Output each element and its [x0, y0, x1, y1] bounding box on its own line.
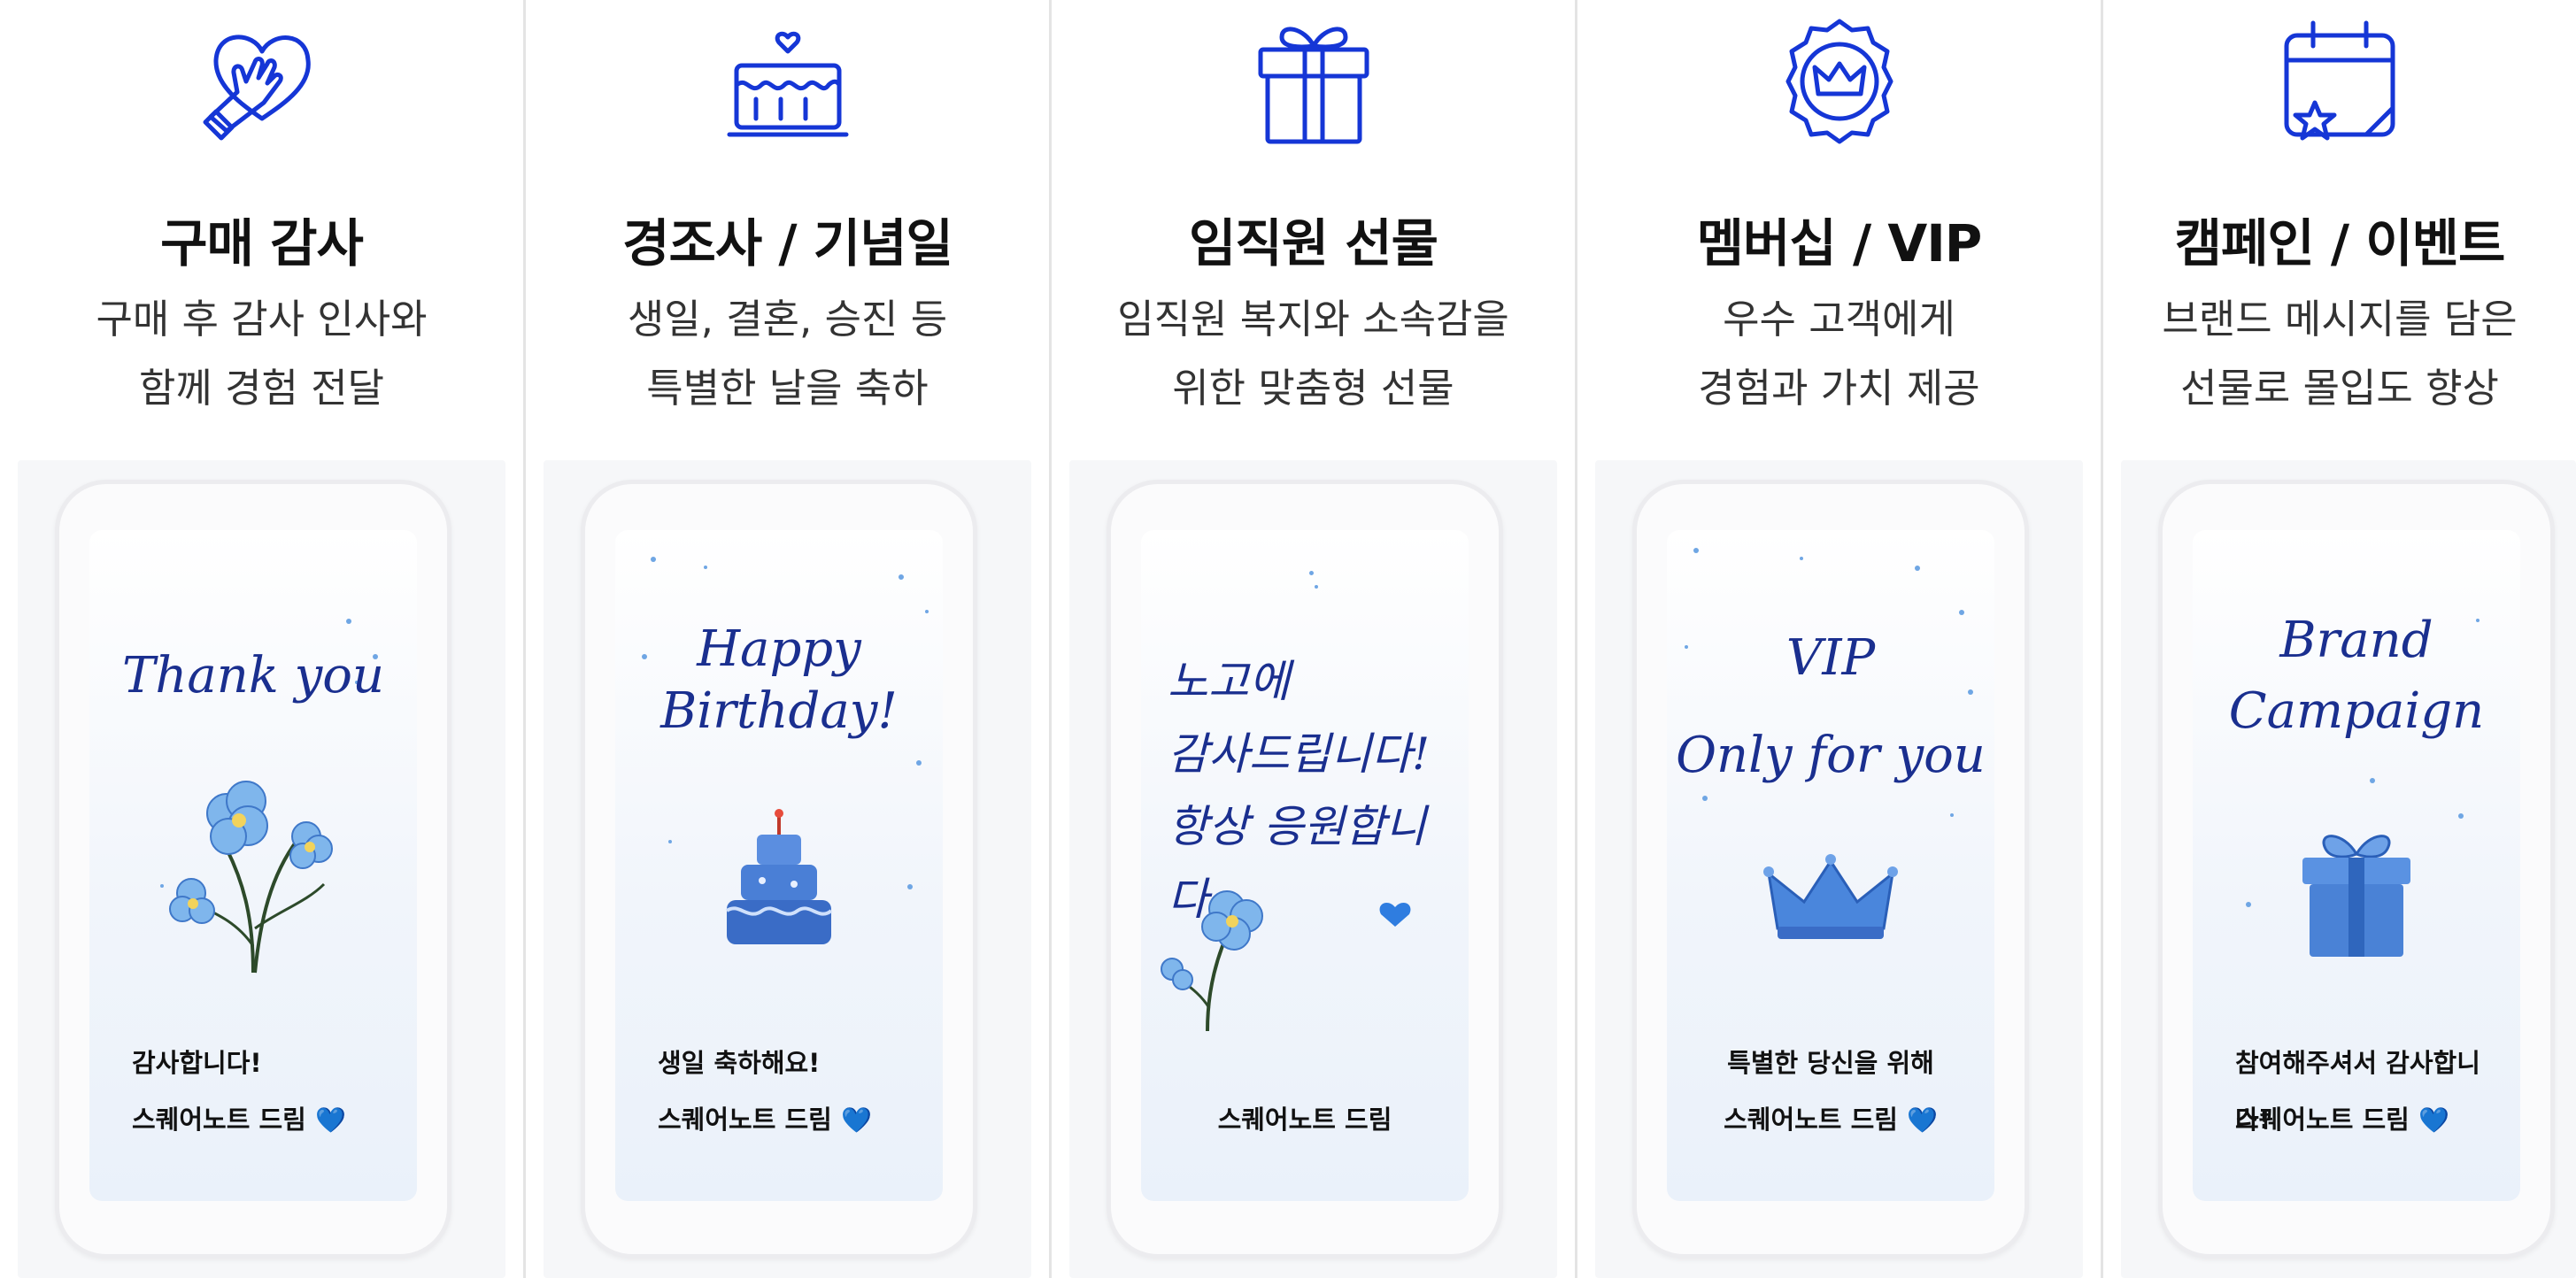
use-case-anniversary: 경조사 / 기념일 생일, 결혼, 승진 등 특별한 날을 축하 Happy B… [526, 0, 1052, 1278]
use-case-title: 구매 감사 [160, 213, 364, 273]
card-sender: 스퀘어노트 드림 💙 [658, 1105, 872, 1135]
message-card: Brand Campaign 참여해주셔서 감사합니다! 스퀘어노트 드림 💙 [2193, 530, 2520, 1201]
card-sender: 스퀘어노트 드림 💙 [2235, 1105, 2449, 1135]
phone-mockup: Thank you 감사합니다! 스퀘어노트 드림 💙 [55, 480, 451, 1259]
card-script-text: Thank you [121, 647, 385, 704]
message-card: 노고에 감사드립니다! 항상 응원합니다. 스퀘어노트 드림 [1141, 530, 1469, 1201]
use-case-title: 임직원 선물 [1189, 213, 1438, 273]
card-preview-stage: 노고에 감사드립니다! 항상 응원합니다. 스퀘어노트 드림 [1069, 460, 1557, 1278]
card-preview-stage: Happy Birthday! 생일 축하해요! 스퀘어노트 드림 💙 [544, 460, 1031, 1278]
card-sender: 스퀘어노트 드림 💙 [132, 1105, 346, 1135]
card-sender: 스퀘어노트 드림 💙 [1724, 1105, 1938, 1135]
card-message: 생일 축하해요! [658, 1048, 821, 1078]
phone-mockup: 노고에 감사드립니다! 항상 응원합니다. 스퀘어노트 드림 [1107, 480, 1503, 1259]
card-sender: 스퀘어노트 드림 [1217, 1105, 1392, 1135]
card-script-line: Birthday! [660, 682, 898, 740]
use-case-description: 구매 후 감사 인사와 함께 경험 전달 [96, 296, 428, 412]
card-preview-stage: VIP Only for you 특별한 당신을 위해 스퀘어노트 드림 💙 [1595, 460, 2083, 1278]
phone-mockup: VIP Only for you 특별한 당신을 위해 스퀘어노트 드림 💙 [1632, 480, 2029, 1259]
card-script-line: Brand [2279, 612, 2433, 669]
phone-mockup: Happy Birthday! 생일 축하해요! 스퀘어노트 드림 💙 [581, 480, 977, 1259]
heart-icon: 💙 [1907, 1105, 1938, 1135]
use-case-description: 생일, 결혼, 승진 등 특별한 날을 축하 [627, 296, 948, 412]
use-case-purchase-thanks: 구매 감사 구매 후 감사 인사와 함께 경험 전달 Thank you 감사합… [0, 0, 526, 1278]
cake-illustration [615, 805, 943, 955]
card-script-line: Campaign [2228, 682, 2485, 740]
card-script-line: Happy [697, 620, 861, 678]
flower-illustration [89, 751, 417, 982]
gift-icon [1243, 11, 1384, 152]
use-case-description: 임직원 복지와 소속감을 위한 맞춤형 선물 [1117, 296, 1509, 412]
use-case-campaign-event: 캠페인 / 이벤트 브랜드 메시지를 담은 선물로 몰입도 향상 Brand C… [2103, 0, 2576, 1278]
heart-icon: 💙 [314, 1105, 346, 1135]
use-case-title: 경조사 / 기념일 [622, 213, 953, 273]
use-case-employee-gift: 임직원 선물 임직원 복지와 소속감을 위한 맞춤형 선물 노고에 감사드립니다… [1052, 0, 1577, 1278]
card-preview-stage: Thank you 감사합니다! 스퀘어노트 드림 💙 [18, 460, 505, 1278]
flower-illustration [1141, 884, 1469, 1035]
use-case-description: 우수 고객에게 경험과 가치 제공 [1698, 296, 1980, 412]
use-case-row: 구매 감사 구매 후 감사 인사와 함께 경험 전달 Thank you 감사합… [0, 0, 2576, 1278]
card-message: 감사합니다! [132, 1048, 262, 1078]
card-message: 특별한 당신을 위해 [1727, 1048, 1934, 1078]
message-card: VIP Only for you 특별한 당신을 위해 스퀘어노트 드림 💙 [1667, 530, 1994, 1201]
card-script-line: 노고에 [1168, 656, 1290, 707]
use-case-title: 캠페인 / 이벤트 [2174, 213, 2506, 273]
heart-icon: 💙 [2418, 1105, 2449, 1135]
use-case-description: 브랜드 메시지를 담은 선물로 몰입도 향상 [2162, 296, 2518, 412]
heart-hand-icon [191, 11, 333, 152]
card-script-line: Only for you [1676, 727, 1986, 784]
card-script-line: 감사드립니다! [1168, 728, 1431, 780]
gift-illustration [2193, 813, 2520, 964]
message-card: Happy Birthday! 생일 축하해요! 스퀘어노트 드림 💙 [615, 530, 943, 1201]
crown-badge-icon [1769, 11, 1910, 152]
use-case-title: 멤버십 / VIP [1696, 213, 1983, 273]
cake-icon [717, 11, 859, 152]
card-preview-stage: Brand Campaign 참여해주셔서 감사합니다! 스퀘어노트 드림 💙 [2121, 460, 2576, 1278]
calendar-star-icon [2269, 11, 2410, 152]
crown-illustration [1667, 849, 1994, 946]
card-script-line: VIP [1785, 629, 1876, 687]
phone-mockup: Brand Campaign 참여해주셔서 감사합니다! 스퀘어노트 드림 💙 [2158, 480, 2555, 1259]
heart-icon: 💙 [840, 1105, 872, 1135]
use-case-membership-vip: 멤버십 / VIP 우수 고객에게 경험과 가치 제공 VIP Only for… [1577, 0, 2103, 1278]
message-card: Thank you 감사합니다! 스퀘어노트 드림 💙 [89, 530, 417, 1201]
